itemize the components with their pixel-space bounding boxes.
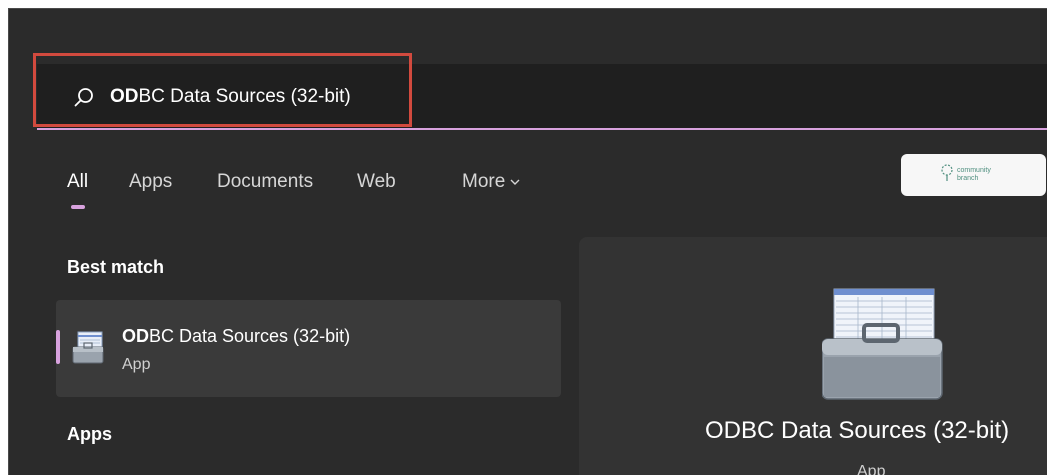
apps-heading: Apps xyxy=(67,424,112,444)
tab-web[interactable]: Web xyxy=(357,171,396,193)
detail-app-type: App xyxy=(857,463,886,475)
best-match-name: ODBC Data Sources (32-bit) xyxy=(122,326,350,347)
detail-pane: ODBC Data Sources (32-bit) App xyxy=(579,237,1047,475)
detail-app-name: ODBC Data Sources (32-bit) xyxy=(705,417,1010,444)
brand-card[interactable]: community branch xyxy=(901,154,1046,196)
search-highlight-annotation xyxy=(33,53,412,127)
brand-text: community branch xyxy=(957,167,991,183)
best-match-name-match: OD xyxy=(122,326,149,346)
brand-line2: branch xyxy=(957,175,979,182)
start-search-panel: ODBC Data Sources (32-bit) All Apps Docu… xyxy=(8,8,1047,475)
selection-accent xyxy=(56,330,60,364)
best-match-type: App xyxy=(122,356,151,373)
best-match-name-rest: BC Data Sources (32-bit) xyxy=(149,326,351,346)
brand-line1: community xyxy=(957,167,991,174)
tab-more[interactable]: More xyxy=(462,171,520,193)
tab-documents[interactable]: Documents xyxy=(217,171,313,193)
chevron-down-icon xyxy=(510,175,520,189)
best-match-item[interactable]: ODBC Data Sources (32-bit) App xyxy=(56,300,561,397)
best-match-heading: Best match xyxy=(67,257,165,277)
tab-apps[interactable]: Apps xyxy=(129,171,172,193)
odbc-toolbox-icon xyxy=(70,330,108,366)
odbc-toolbox-large-icon xyxy=(821,287,952,402)
tab-more-label: More xyxy=(462,171,506,192)
active-tab-indicator xyxy=(71,205,85,209)
tab-all[interactable]: All xyxy=(67,171,88,193)
